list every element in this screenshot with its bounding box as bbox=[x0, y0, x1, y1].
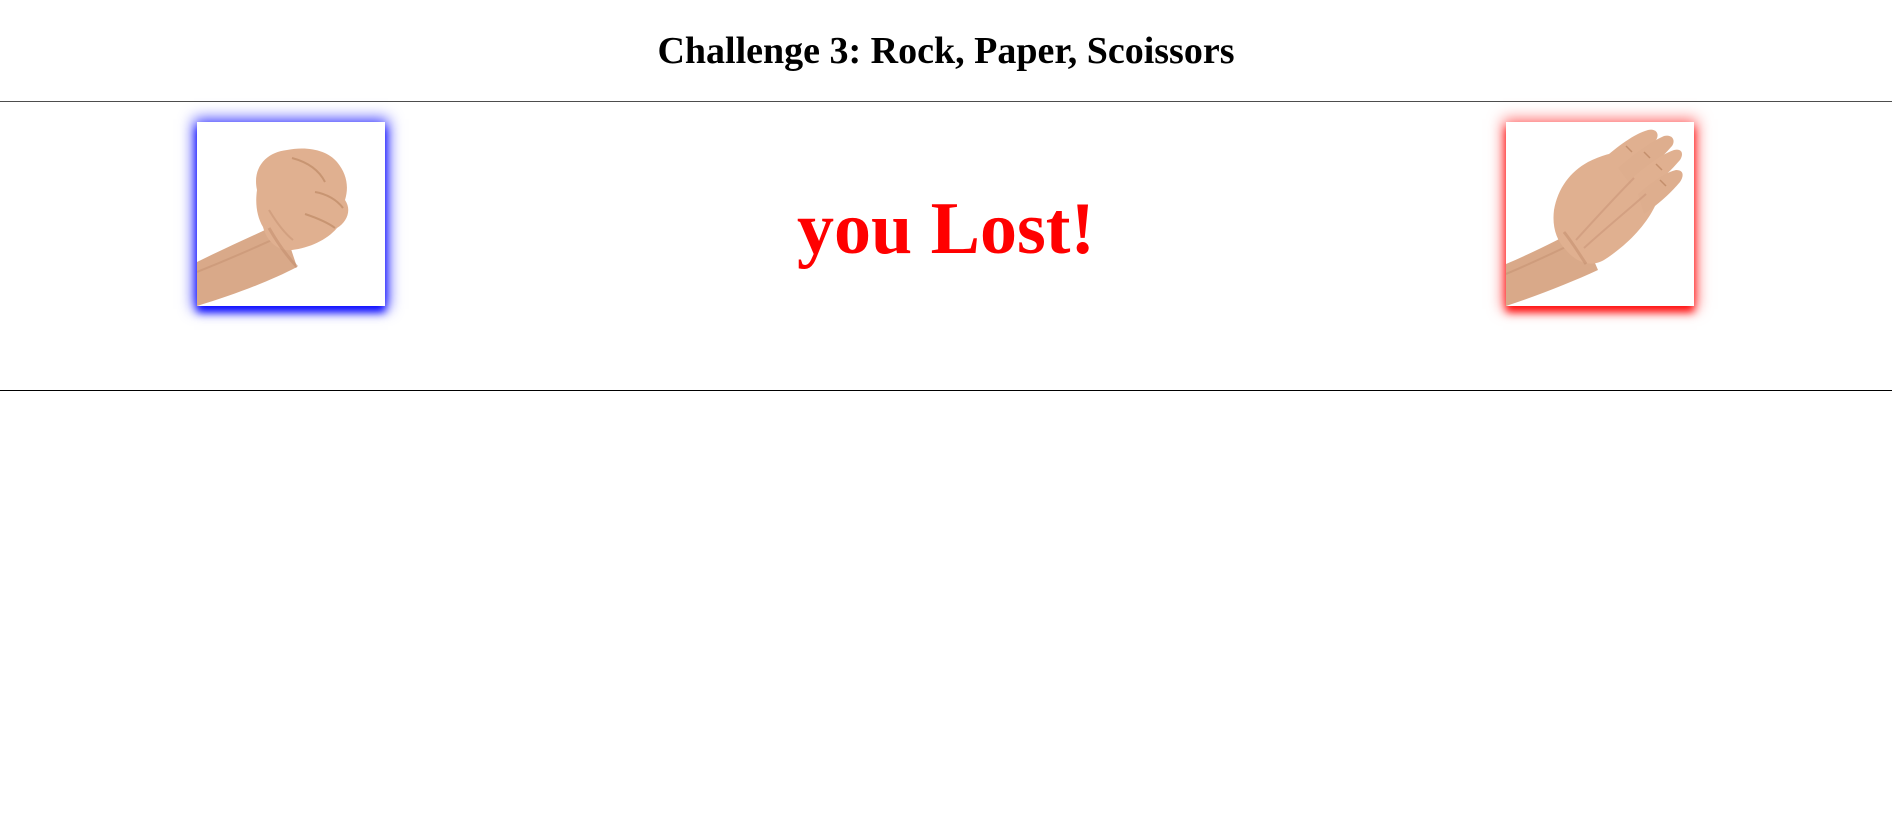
paper-hand-icon bbox=[1506, 129, 1683, 306]
page-title: Challenge 3: Rock, Paper, Scoissors bbox=[657, 29, 1235, 72]
bottom-divider bbox=[0, 390, 1892, 391]
page-header: Challenge 3: Rock, Paper, Scoissors bbox=[0, 0, 1892, 101]
bot-choice-card bbox=[1506, 122, 1694, 306]
result-text: you Lost! bbox=[796, 188, 1096, 270]
game-area: you Lost! bbox=[0, 102, 1892, 390]
